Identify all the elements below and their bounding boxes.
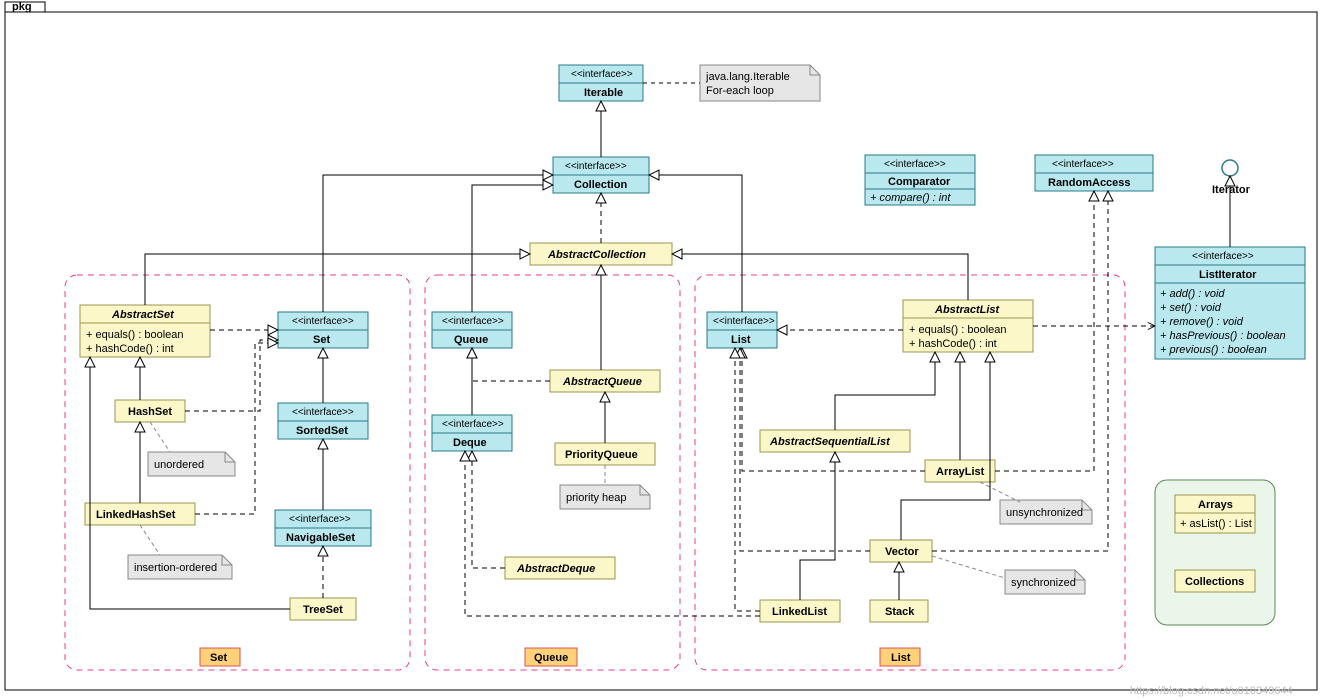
svg-text:<<interface>>: <<interface>> bbox=[289, 514, 351, 525]
svg-text:+ compare() : int: + compare() : int bbox=[870, 192, 951, 204]
svg-text:AbstractList: AbstractList bbox=[934, 304, 1001, 316]
navigable-set-interface: <<interface>> NavigableSet bbox=[275, 510, 371, 546]
svg-text:LinkedHashSet: LinkedHashSet bbox=[96, 509, 176, 521]
watermark: https://blog.csdn.net/u010349644 bbox=[1130, 685, 1293, 697]
note-priority-heap: priority heap bbox=[560, 485, 650, 509]
svg-text:unordered: unordered bbox=[154, 459, 204, 471]
tree-set-class: TreeSet bbox=[290, 598, 356, 620]
svg-text:RandomAccess: RandomAccess bbox=[1048, 177, 1131, 189]
svg-text:Set: Set bbox=[313, 334, 330, 346]
linked-list-class: LinkedList bbox=[760, 600, 840, 622]
svg-text:Deque: Deque bbox=[453, 437, 487, 449]
svg-text:<<interface>>: <<interface>> bbox=[442, 316, 504, 327]
svg-text:HashSet: HashSet bbox=[128, 406, 172, 418]
svg-text:<<interface>>: <<interface>> bbox=[884, 159, 946, 170]
stack-class: Stack bbox=[870, 600, 928, 622]
svg-text:<<interface>>: <<interface>> bbox=[1192, 251, 1254, 262]
list-interface: <<interface>> List bbox=[707, 312, 777, 348]
svg-text:<<interface>>: <<interface>> bbox=[292, 407, 354, 418]
set-interface: <<interface>> Set bbox=[278, 312, 368, 348]
arrays-class: Arrays + asList() : List bbox=[1175, 495, 1255, 533]
svg-text:List: List bbox=[731, 334, 751, 346]
svg-text:ListIterator: ListIterator bbox=[1199, 269, 1257, 281]
svg-text:<<interface>>: <<interface>> bbox=[565, 161, 627, 172]
group-list-label: List bbox=[891, 652, 911, 664]
svg-text:AbstractDeque: AbstractDeque bbox=[516, 563, 595, 575]
pkg-tab: pkg bbox=[12, 1, 32, 13]
svg-text:synchronized: synchronized bbox=[1011, 577, 1076, 589]
svg-text:AbstractSequentialList: AbstractSequentialList bbox=[769, 436, 891, 448]
svg-text:+ remove() : void: + remove() : void bbox=[1160, 316, 1244, 328]
svg-text:java.lang.Iterable: java.lang.Iterable bbox=[705, 71, 790, 83]
linked-hash-set-class: LinkedHashSet bbox=[85, 503, 195, 525]
abstract-queue-class: AbstractQueue bbox=[550, 370, 660, 392]
svg-text:Comparator: Comparator bbox=[888, 176, 951, 188]
svg-text:AbstractQueue: AbstractQueue bbox=[562, 376, 642, 388]
list-iterator-interface: <<interface>> ListIterator + add() : voi… bbox=[1155, 247, 1305, 359]
note-unsync: unsynchronized bbox=[1000, 500, 1092, 524]
priority-queue-class: PriorityQueue bbox=[555, 443, 655, 465]
svg-text:SortedSet: SortedSet bbox=[296, 425, 348, 437]
svg-text:priority heap: priority heap bbox=[566, 492, 627, 504]
svg-text:+ equals() : boolean: + equals() : boolean bbox=[909, 324, 1007, 336]
deque-interface: <<interface>> Deque bbox=[432, 415, 512, 451]
note-unordered: unordered bbox=[148, 452, 235, 476]
svg-text:AbstractSet: AbstractSet bbox=[111, 309, 175, 321]
svg-text:<<interface>>: <<interface>> bbox=[571, 69, 633, 80]
svg-text:Iterator: Iterator bbox=[1212, 184, 1251, 196]
svg-text:+ hashCode() : int: + hashCode() : int bbox=[909, 338, 997, 350]
svg-text:LinkedList: LinkedList bbox=[772, 606, 827, 618]
hash-set-class: HashSet bbox=[115, 400, 185, 422]
svg-text:+ previous() : boolean: + previous() : boolean bbox=[1160, 344, 1267, 356]
note-sync: synchronized bbox=[1005, 570, 1085, 594]
iterable-note: java.lang.Iterable For-each loop bbox=[700, 65, 820, 101]
svg-text:Stack: Stack bbox=[885, 606, 915, 618]
vector-class: Vector bbox=[870, 540, 932, 562]
svg-text:Iterable: Iterable bbox=[584, 87, 623, 99]
svg-text:Collection: Collection bbox=[574, 179, 627, 191]
svg-text:TreeSet: TreeSet bbox=[303, 604, 343, 616]
svg-text:+ hashCode() : int: + hashCode() : int bbox=[86, 343, 174, 355]
iterable-interface: <<interface>> Iterable bbox=[559, 65, 643, 101]
svg-text:<<interface>>: <<interface>> bbox=[1052, 159, 1114, 170]
svg-text:+ asList() : List: + asList() : List bbox=[1180, 518, 1252, 530]
group-set-label: Set bbox=[210, 652, 227, 664]
svg-text:unsynchronized: unsynchronized bbox=[1006, 507, 1083, 519]
group-queue-label: Queue bbox=[534, 652, 568, 664]
abstract-collection-class: AbstractCollection bbox=[530, 243, 672, 265]
svg-text:Vector: Vector bbox=[885, 546, 919, 558]
collection-interface: <<interface>> Collection bbox=[553, 157, 649, 193]
array-list-class: ArrayList bbox=[925, 460, 995, 482]
sorted-set-interface: <<interface>> SortedSet bbox=[278, 403, 368, 439]
svg-text:+ add() : void: + add() : void bbox=[1160, 288, 1225, 300]
comparator-interface: <<interface>> Comparator + compare() : i… bbox=[865, 155, 975, 205]
abstract-deque-class: AbstractDeque bbox=[505, 557, 615, 579]
queue-interface: <<interface>> Queue bbox=[432, 312, 512, 348]
svg-text:+ equals() : boolean: + equals() : boolean bbox=[86, 329, 184, 341]
svg-text:For-each loop: For-each loop bbox=[706, 85, 774, 97]
random-access-interface: <<interface>> RandomAccess bbox=[1035, 155, 1153, 191]
note-insertion-ordered: insertion-ordered bbox=[128, 555, 232, 579]
svg-text:insertion-ordered: insertion-ordered bbox=[134, 562, 217, 574]
abstract-set-class: AbstractSet + equals() : boolean + hashC… bbox=[80, 305, 210, 357]
abstract-sequential-list-class: AbstractSequentialList bbox=[760, 430, 910, 452]
svg-text:<<interface>>: <<interface>> bbox=[292, 316, 354, 327]
svg-text:PriorityQueue: PriorityQueue bbox=[565, 449, 638, 461]
svg-text:+ set() : void: + set() : void bbox=[1160, 302, 1222, 314]
svg-text:Arrays: Arrays bbox=[1198, 499, 1233, 511]
abstract-list-class: AbstractList + equals() : boolean + hash… bbox=[903, 300, 1033, 352]
svg-text:Queue: Queue bbox=[454, 334, 488, 346]
svg-text:+ hasPrevious() : boolean: + hasPrevious() : boolean bbox=[1160, 330, 1286, 342]
svg-text:<<interface>>: <<interface>> bbox=[442, 419, 504, 430]
svg-text:<<interface>>: <<interface>> bbox=[713, 316, 775, 327]
collections-class: Collections bbox=[1175, 570, 1255, 592]
svg-text:NavigableSet: NavigableSet bbox=[286, 532, 355, 544]
uml-diagram: pkg Set Queue List <<interface>> Iterabl… bbox=[0, 0, 1322, 699]
svg-text:Collections: Collections bbox=[1185, 576, 1244, 588]
svg-text:ArrayList: ArrayList bbox=[936, 466, 985, 478]
svg-text:AbstractCollection: AbstractCollection bbox=[547, 249, 646, 261]
